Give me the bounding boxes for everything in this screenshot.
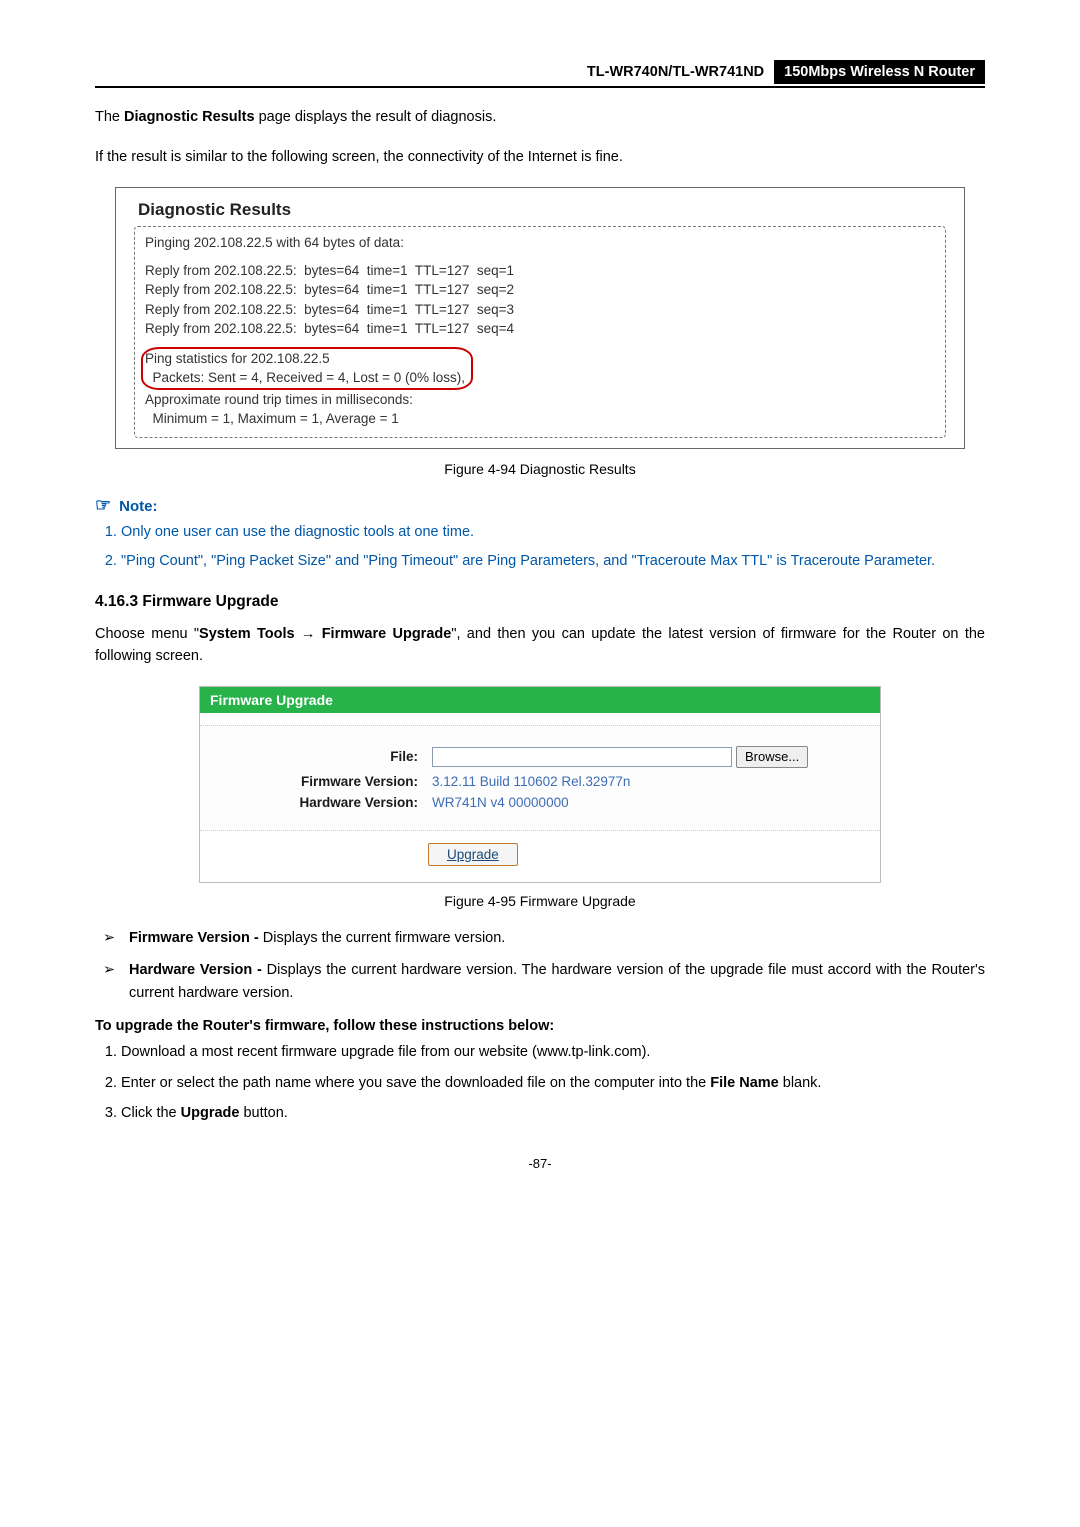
fw-file-input[interactable]: [432, 747, 732, 767]
header-inner: TL-WR740N/TL-WR741ND 150Mbps Wireless N …: [95, 60, 985, 84]
intro-para-1: The Diagnostic Results page displays the…: [95, 106, 985, 128]
diagnostic-results-figure: Diagnostic Results Pinging 202.108.22.5 …: [115, 187, 965, 449]
intro1-bold: Diagnostic Results: [124, 109, 255, 125]
model-number: TL-WR740N/TL-WR741ND: [587, 60, 774, 84]
firmware-upgrade-panel: Firmware Upgrade File: Browse... Firmwar…: [199, 686, 881, 883]
upgrade-button[interactable]: Upgrade: [428, 843, 518, 866]
instr2-post: blank.: [779, 1075, 822, 1091]
hw-version-value: WR741N v4 00000000: [432, 795, 569, 810]
fw-file-label: File:: [218, 749, 432, 764]
figure-4-95-caption: Figure 4-95 Firmware Upgrade: [95, 893, 985, 909]
diag-reply-3: Reply from 202.108.22.5: bytes=64 time=1…: [145, 300, 935, 320]
instr2-pre: Enter or select the path name where you …: [121, 1075, 710, 1091]
spacer: [145, 253, 935, 261]
intro1-pre: The: [95, 109, 124, 125]
bullet-fw-text: Displays the current firmware version.: [259, 930, 506, 946]
page-header: TL-WR740N/TL-WR741ND 150Mbps Wireless N …: [95, 60, 985, 88]
hw-version-row: Hardware Version: WR741N v4 00000000: [218, 795, 862, 810]
section-4-16-3-heading: 4.16.3 Firmware Upgrade: [95, 593, 985, 611]
pointing-hand-icon: ☞: [95, 495, 111, 515]
instr3-post: button.: [239, 1105, 287, 1121]
intro1-post: page displays the result of diagnosis.: [255, 109, 497, 125]
fw-version-label: Firmware Version:: [218, 774, 432, 789]
diag-ping-header: Pinging 202.108.22.5 with 64 bytes of da…: [145, 233, 935, 253]
diag-reply-1: Reply from 202.108.22.5: bytes=64 time=1…: [145, 261, 935, 281]
product-name: 150Mbps Wireless N Router: [774, 60, 985, 84]
hw-version-label: Hardware Version:: [218, 795, 432, 810]
fw-file-row: File: Browse...: [218, 746, 862, 768]
fw-submit-row: Upgrade: [200, 830, 880, 882]
diag-stats-1: Ping statistics for 202.108.22.5: [145, 351, 330, 366]
fw-intro-b2: Firmware Upgrade: [322, 626, 452, 642]
instr3-pre: Click the: [121, 1105, 181, 1121]
instr-step-3: Click the Upgrade button.: [121, 1101, 985, 1126]
fw-panel-titlebar: Firmware Upgrade: [200, 687, 880, 713]
fw-intro-b1: System Tools: [199, 626, 295, 642]
bullet-firmware-version: Firmware Version - Displays the current …: [101, 927, 985, 949]
fw-file-input-wrap: Browse...: [432, 746, 808, 768]
diag-output-box: Pinging 202.108.22.5 with 64 bytes of da…: [134, 226, 946, 438]
instr3-bold: Upgrade: [181, 1105, 240, 1121]
diag-stats-4: Minimum = 1, Maximum = 1, Average = 1: [145, 409, 935, 429]
instr-step-2: Enter or select the path name where you …: [121, 1071, 985, 1096]
instr2-bold: File Name: [710, 1075, 779, 1091]
note-item-2: "Ping Count", "Ping Packet Size" and "Pi…: [121, 549, 985, 574]
fw-version-value: 3.12.11 Build 110602 Rel.32977n: [432, 774, 630, 789]
browse-button[interactable]: Browse...: [736, 746, 808, 768]
upgrade-instructions-heading: To upgrade the Router's firmware, follow…: [95, 1018, 985, 1034]
page-number: -87-: [95, 1156, 985, 1171]
note-list: Only one user can use the diagnostic too…: [97, 520, 985, 575]
diag-stats-3: Approximate round trip times in millisec…: [145, 390, 935, 410]
intro-para-2: If the result is similar to the followin…: [95, 146, 985, 168]
diag-reply-2: Reply from 202.108.22.5: bytes=64 time=1…: [145, 280, 935, 300]
version-bullet-list: Firmware Version - Displays the current …: [95, 927, 985, 1004]
diag-title: Diagnostic Results: [138, 200, 950, 220]
instr-step-1: Download a most recent firmware upgrade …: [121, 1040, 985, 1065]
diag-reply-4: Reply from 202.108.22.5: bytes=64 time=1…: [145, 319, 935, 339]
upgrade-instructions-list: Download a most recent firmware upgrade …: [97, 1040, 985, 1126]
bullet-hardware-version: Hardware Version - Displays the current …: [101, 959, 985, 1004]
fw-intro-arrow: →: [295, 626, 322, 642]
note-label: Note:: [119, 498, 157, 515]
note-heading: ☞ Note:: [95, 495, 985, 516]
diag-stats-2: Packets: Sent = 4, Received = 4, Lost = …: [145, 370, 465, 385]
bullet-hw-bold: Hardware Version -: [129, 962, 262, 978]
diag-stats-block: Ping statistics for 202.108.22.5 Packets…: [145, 347, 935, 390]
firmware-intro-para: Choose menu "System Tools → Firmware Upg…: [95, 623, 985, 668]
fw-panel-gap: [200, 713, 880, 726]
fw-intro-pre: Choose menu ": [95, 626, 199, 642]
bullet-fw-bold: Firmware Version -: [129, 930, 259, 946]
fw-version-row: Firmware Version: 3.12.11 Build 110602 R…: [218, 774, 862, 789]
spacer: [145, 339, 935, 347]
note-item-1: Only one user can use the diagnostic too…: [121, 520, 985, 545]
figure-4-94-caption: Figure 4-94 Diagnostic Results: [95, 461, 985, 477]
ping-stats-highlight: Ping statistics for 202.108.22.5 Packets…: [141, 347, 473, 390]
fw-panel-body: File: Browse... Firmware Version: 3.12.1…: [200, 726, 880, 830]
